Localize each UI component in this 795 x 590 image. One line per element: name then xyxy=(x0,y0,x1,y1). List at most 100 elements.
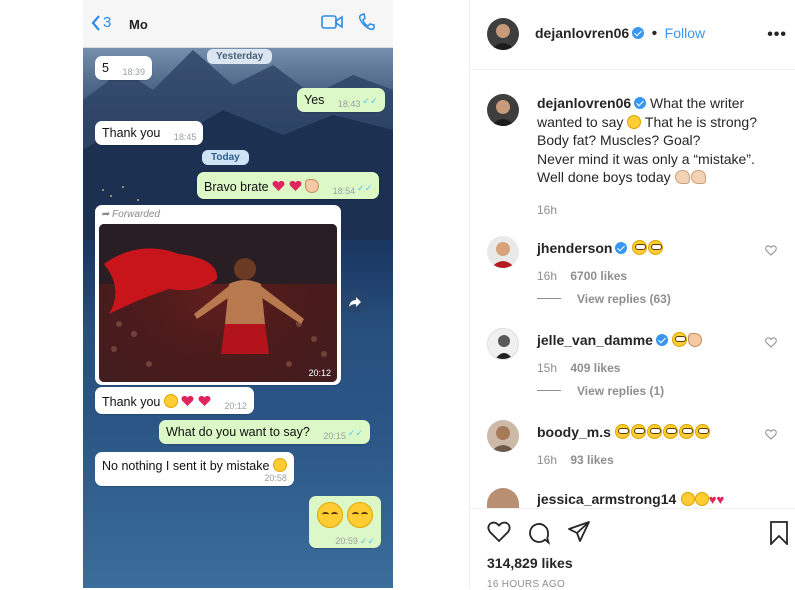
message-in[interactable]: No nothing I sent it by mistake 20:58 xyxy=(95,452,294,486)
caption-line: Well done boys today xyxy=(537,169,671,185)
view-replies[interactable]: View replies (63) xyxy=(577,292,671,306)
avatar[interactable] xyxy=(487,236,519,268)
comment-username[interactable]: jessica_armstrong14 xyxy=(537,491,676,507)
separator-dot: • xyxy=(651,25,658,42)
contact-name[interactable]: Mo xyxy=(129,17,148,32)
like-comment-icon[interactable] xyxy=(765,337,777,348)
share-icon[interactable] xyxy=(567,521,591,543)
forward-arrow-icon: ➦ xyxy=(101,209,110,220)
star-struck-face-icon xyxy=(631,424,647,439)
post-timestamp[interactable]: 16 HOURS AGO xyxy=(487,579,565,590)
message-in[interactable]: Thank you 18:45 xyxy=(95,121,204,145)
message-out[interactable]: Bravo brate 18:54 ✓✓ xyxy=(197,172,380,199)
replies-divider xyxy=(537,390,561,392)
chat-header: 3 Mo xyxy=(83,0,393,48)
post-caption: dejanlovren06 What the writer wanted to … xyxy=(537,94,787,219)
comment-time[interactable]: 15h xyxy=(537,361,557,375)
message-text: 5 xyxy=(102,61,109,75)
phone-call-icon[interactable] xyxy=(358,13,376,31)
thinking-face-icon xyxy=(627,114,642,129)
message-time: 20:15 xyxy=(323,431,346,441)
message-time: 18:54 xyxy=(332,186,356,196)
comment: jelle_van_damme xyxy=(537,330,703,350)
message-in[interactable]: 5 18:39 xyxy=(95,56,152,80)
comment-meta: 16h 93 likes xyxy=(537,453,614,467)
celebration-photo[interactable]: 20:12 xyxy=(99,224,337,382)
post-actions: 314,829 likes 16 HOURS AGO xyxy=(471,508,795,590)
chat-screenshot: 3 Mo 5 18:39 Yesterday Yes 18:43 ✓✓ Thank… xyxy=(83,0,393,588)
follow-button[interactable]: Follow xyxy=(665,25,705,41)
view-replies[interactable]: View replies (1) xyxy=(577,384,664,398)
red-heart-icon xyxy=(181,395,194,406)
comment: boody_m.s xyxy=(537,422,711,442)
back-button[interactable]: 3 xyxy=(91,14,111,31)
comment-time[interactable]: 16h xyxy=(537,453,557,467)
message-in[interactable]: Thank you 20:12 xyxy=(95,387,254,414)
message-text: Thank you xyxy=(102,126,161,140)
message-out[interactable]: Yes 18:43 ✓✓ xyxy=(297,88,385,112)
message-text: What do you want to say? xyxy=(166,425,310,439)
avatar[interactable] xyxy=(487,420,519,452)
laughing-tears-icon xyxy=(317,502,343,528)
message-time: 18:43 xyxy=(337,99,361,109)
like-icon[interactable] xyxy=(487,521,511,543)
message-time: 20:12 xyxy=(224,401,247,411)
comment-icon[interactable] xyxy=(527,521,551,545)
avatar[interactable] xyxy=(487,488,519,508)
forwarded-label: ➦ Forwarded xyxy=(101,209,160,220)
laughing-face-icon xyxy=(163,394,178,408)
video-call-icon[interactable] xyxy=(321,13,343,31)
more-options-icon[interactable]: ••• xyxy=(767,26,787,44)
message-text: Thank you xyxy=(102,395,161,409)
post-header: dejanlovren06 • Follow ••• xyxy=(471,0,795,70)
likes-count[interactable]: 314,829 likes xyxy=(487,555,573,571)
verified-badge-icon xyxy=(632,27,645,39)
read-ticks-icon: ✓✓ xyxy=(357,183,373,193)
forwarded-photo-message[interactable]: ➦ Forwarded 20:12 xyxy=(95,205,341,385)
comment-time[interactable]: 16h xyxy=(537,269,557,283)
like-comment-icon[interactable] xyxy=(765,245,777,256)
avatar[interactable] xyxy=(487,18,519,50)
comment-likes[interactable]: 409 likes xyxy=(570,361,620,375)
caption-time[interactable]: 16h xyxy=(537,201,787,220)
like-comment-icon[interactable] xyxy=(765,429,777,440)
star-struck-face-icon xyxy=(631,240,647,255)
view-replies-row[interactable]: View replies (1) xyxy=(537,382,664,400)
photo-time: 20:12 xyxy=(308,368,331,378)
red-heart-icon xyxy=(272,180,285,191)
player-photo-illustration xyxy=(99,224,337,382)
comment: jhenderson xyxy=(537,238,664,258)
date-separator-yesterday: Yesterday xyxy=(207,49,273,64)
comment-username[interactable]: boody_m.s xyxy=(537,424,611,440)
message-out[interactable]: 20:59 ✓✓ xyxy=(309,496,381,548)
thinking-face-icon xyxy=(694,492,709,506)
comment-meta: 16h 6700 likes xyxy=(537,269,627,283)
share-forward-button[interactable] xyxy=(343,290,367,314)
flexed-bicep-icon xyxy=(674,170,690,184)
red-heart-icon xyxy=(289,180,302,191)
clapping-hands-icon xyxy=(688,333,703,347)
message-time: 18:45 xyxy=(173,132,197,142)
comment-likes[interactable]: 93 likes xyxy=(570,453,613,467)
message-time: 18:39 xyxy=(122,67,145,77)
save-bookmark-icon[interactable] xyxy=(769,521,789,545)
comment-username[interactable]: jhenderson xyxy=(537,240,612,256)
message-text: Bravo brate xyxy=(204,180,269,194)
verified-badge-icon xyxy=(634,97,647,109)
comment-username[interactable]: jelle_van_damme xyxy=(537,332,653,348)
avatar[interactable] xyxy=(487,328,519,360)
message-out[interactable]: What do you want to say? 20:15 ✓✓ xyxy=(159,420,370,444)
star-struck-face-icon xyxy=(672,332,688,347)
share-arrow-icon xyxy=(349,297,361,307)
comment-likes[interactable]: 6700 likes xyxy=(570,269,627,283)
read-ticks-icon: ✓✓ xyxy=(362,96,378,106)
caption-username[interactable]: dejanlovren06 xyxy=(537,95,631,111)
laughing-tears-icon xyxy=(347,502,373,528)
chevron-left-icon xyxy=(91,14,100,31)
view-replies-row[interactable]: View replies (63) xyxy=(537,290,671,308)
flexed-bicep-icon xyxy=(690,170,706,184)
red-heart-icon xyxy=(198,395,211,406)
post-username[interactable]: dejanlovren06 xyxy=(535,25,629,41)
comment-meta: 15h 409 likes xyxy=(537,361,620,375)
avatar[interactable] xyxy=(487,94,519,126)
